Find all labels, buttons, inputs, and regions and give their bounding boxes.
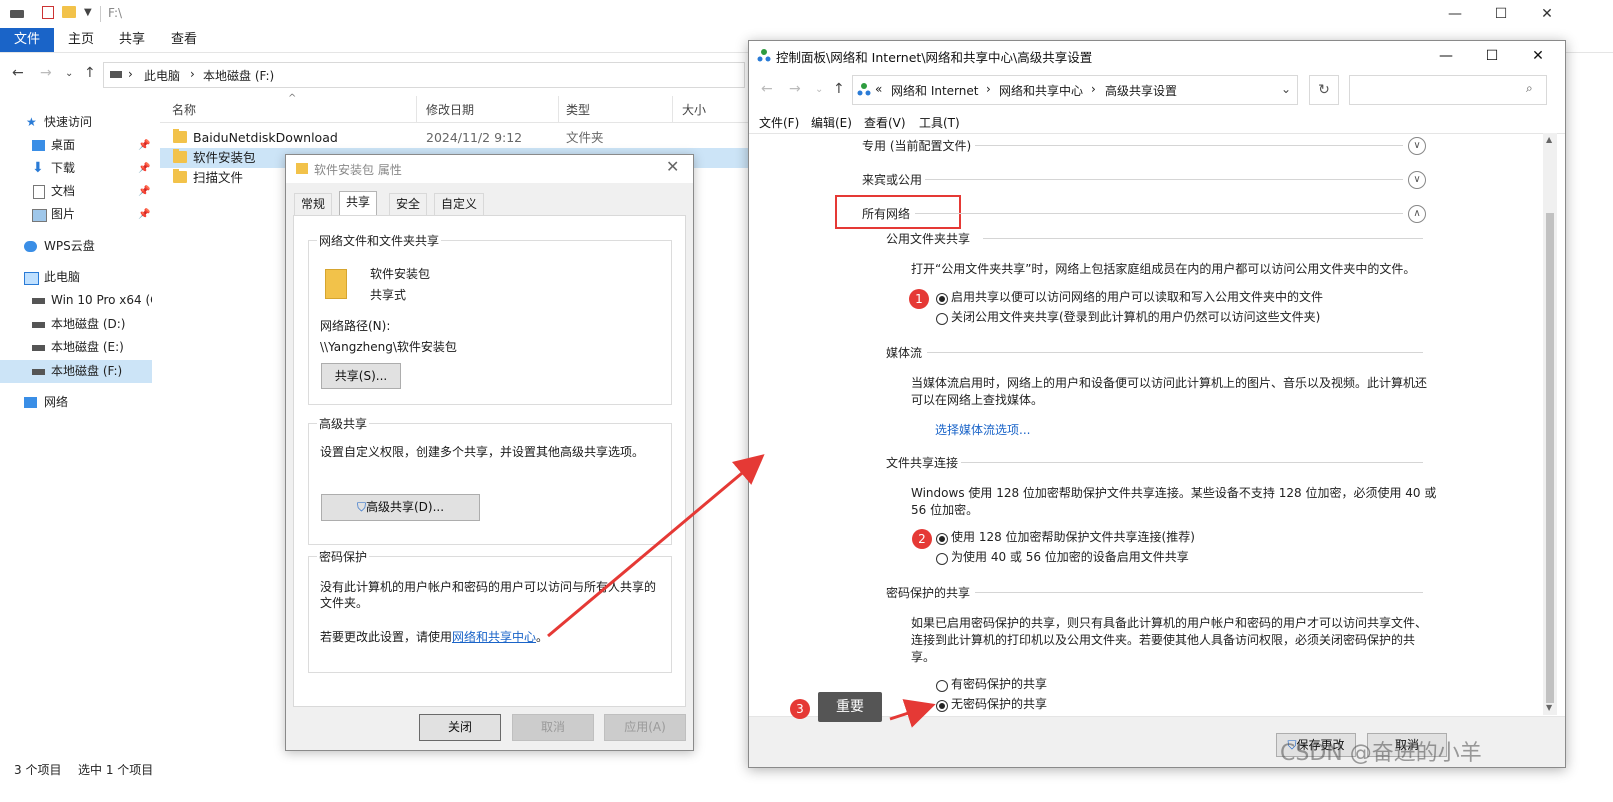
annotation-callout: 重要 xyxy=(818,692,882,722)
annotation-arrow xyxy=(889,699,936,728)
annotation-arrow xyxy=(547,454,765,638)
annotation-badge: 3 xyxy=(790,699,810,719)
annotation-arrows xyxy=(547,454,936,728)
watermark: CSDN @奋进的小羊 xyxy=(1280,741,1482,766)
